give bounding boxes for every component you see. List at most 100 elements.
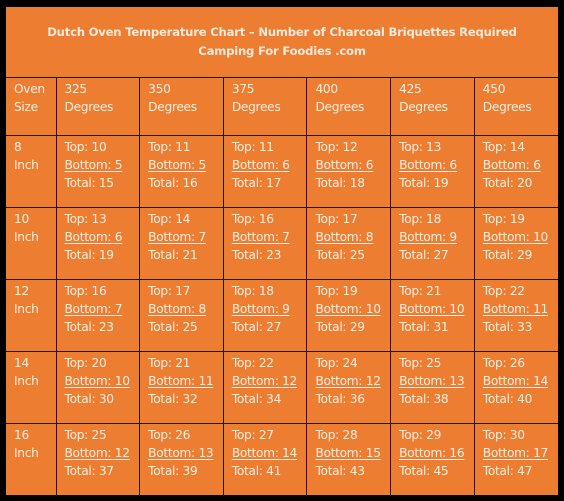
- oven-size-value: 16: [14, 428, 29, 442]
- header-temp-375: 375 Degrees: [222, 77, 308, 136]
- top-count: Top: 25: [64, 428, 107, 442]
- total-count: Total: 29: [482, 248, 533, 262]
- briquette-cell: Top: 26 Bottom: 14 Total: 40: [473, 351, 558, 424]
- oven-size-value: 14: [14, 356, 29, 370]
- bottom-count: Bottom: 13: [399, 374, 465, 388]
- top-count: Top: 30: [482, 428, 525, 442]
- total-count: Total: 15: [64, 176, 115, 190]
- total-count: Total: 20: [482, 176, 533, 190]
- bottom-count: Bottom: 15: [315, 446, 381, 460]
- briquette-cell: Top: 11 Bottom: 6 Total: 17: [222, 135, 308, 208]
- bottom-count: Bottom: 8: [315, 230, 374, 244]
- top-count: Top: 14: [482, 140, 525, 154]
- top-count: Top: 17: [148, 284, 191, 298]
- oven-size-cell: 12 Inch: [6, 279, 57, 352]
- top-count: Top: 18: [399, 212, 442, 226]
- total-count: Total: 23: [64, 320, 115, 334]
- bottom-count: Bottom: 6: [231, 158, 290, 172]
- top-count: Top: 10: [64, 140, 107, 154]
- title-line-1: Dutch Oven Temperature Chart – Number of…: [47, 25, 517, 39]
- total-count: Total: 33: [482, 320, 533, 334]
- total-count: Total: 27: [231, 320, 282, 334]
- briquette-cell: Top: 28 Bottom: 15 Total: 43: [306, 423, 392, 496]
- top-count: Top: 19: [315, 284, 358, 298]
- total-count: Total: 17: [231, 176, 282, 190]
- bottom-count: Bottom: 5: [64, 158, 123, 172]
- oven-size-value: 10: [14, 212, 29, 226]
- briquette-cell: Top: 21 Bottom: 10 Total: 31: [390, 279, 475, 352]
- temp-value: 425: [399, 82, 422, 96]
- total-count: Total: 34: [231, 392, 282, 406]
- total-count: Total: 45: [399, 464, 449, 478]
- briquette-cell: Top: 26 Bottom: 13 Total: 39: [139, 423, 224, 496]
- top-count: Top: 11: [231, 140, 274, 154]
- total-count: Total: 40: [482, 392, 533, 406]
- briquette-cell: Top: 19 Bottom: 10 Total: 29: [306, 279, 392, 352]
- bottom-count: Bottom: 14: [482, 374, 549, 388]
- briquette-cell: Top: 14 Bottom: 7 Total: 21: [139, 207, 224, 280]
- table-row: 8 Inch Top: 10 Bottom: 5 Total: 15 Top: 11 Bot…: [6, 135, 558, 208]
- bottom-count: Bottom: 14: [231, 446, 298, 460]
- top-count: Top: 29: [399, 428, 442, 442]
- top-count: Top: 22: [231, 356, 274, 370]
- header-temp-425: 425 Degrees: [390, 77, 475, 136]
- temp-value: 325: [64, 82, 88, 96]
- bottom-count: Bottom: 7: [64, 302, 123, 316]
- top-count: Top: 16: [231, 212, 274, 226]
- top-count: Top: 11: [148, 140, 191, 154]
- total-count: Total: 31: [399, 320, 449, 334]
- bottom-count: Bottom: 17: [482, 446, 549, 460]
- header-label-line: Oven: [14, 82, 45, 96]
- total-count: Total: 21: [148, 248, 198, 262]
- header-oven-size: Oven Size: [6, 77, 57, 136]
- bottom-count: Bottom: 12: [315, 374, 381, 388]
- oven-size-unit: Inch: [14, 446, 39, 460]
- total-count: Total: 43: [315, 464, 365, 478]
- header-row: Oven Size 325 Degrees 350 Degrees 375 De…: [6, 77, 558, 136]
- top-count: Top: 12: [315, 140, 358, 154]
- temp-value: 375: [231, 82, 255, 96]
- briquette-cell: Top: 22 Bottom: 12 Total: 34: [222, 351, 308, 424]
- bottom-count: Bottom: 12: [231, 374, 298, 388]
- top-count: Top: 13: [64, 212, 107, 226]
- total-count: Total: 29: [315, 320, 365, 334]
- total-count: Total: 37: [64, 464, 115, 478]
- top-count: Top: 24: [315, 356, 358, 370]
- oven-size-cell: 16 Inch: [6, 423, 57, 496]
- briquette-cell: Top: 22 Bottom: 11 Total: 33: [473, 279, 558, 352]
- top-count: Top: 25: [399, 356, 442, 370]
- bottom-count: Bottom: 10: [315, 302, 381, 316]
- briquette-cell: Top: 21 Bottom: 11 Total: 32: [139, 351, 224, 424]
- top-count: Top: 17: [315, 212, 358, 226]
- bottom-count: Bottom: 11: [482, 302, 549, 316]
- header-temp-350: 350 Degrees: [139, 77, 224, 136]
- header-temp-450: 450 Degrees: [473, 77, 558, 136]
- table-row: 16 Inch Top: 25 Bottom: 12 Total: 37 Top: 26 B…: [6, 423, 558, 496]
- top-count: Top: 13: [399, 140, 442, 154]
- total-count: Total: 18: [315, 176, 365, 190]
- top-count: Top: 20: [64, 356, 107, 370]
- bottom-count: Bottom: 9: [231, 302, 290, 316]
- oven-size-unit: Inch: [14, 230, 39, 244]
- total-count: Total: 38: [399, 392, 449, 406]
- oven-size-value: 8: [14, 140, 22, 154]
- bottom-count: Bottom: 6: [64, 230, 123, 244]
- top-count: Top: 19: [482, 212, 525, 226]
- top-count: Top: 28: [315, 428, 358, 442]
- bottom-count: Bottom: 6: [482, 158, 541, 172]
- header-label-line: Size: [14, 100, 38, 114]
- temp-unit: Degrees: [64, 100, 114, 114]
- bottom-count: Bottom: 6: [315, 158, 374, 172]
- bottom-count: Bottom: 10: [64, 374, 131, 388]
- briquette-cell: Top: 30 Bottom: 17 Total: 47: [473, 423, 558, 496]
- table-row: 12 Inch Top: 16 Bottom: 7 Total: 23 Top: 17 Bo…: [6, 279, 558, 352]
- oven-size-unit: Inch: [14, 158, 39, 172]
- temp-value: 350: [148, 82, 171, 96]
- bottom-count: Bottom: 13: [148, 446, 214, 460]
- total-count: Total: 30: [64, 392, 115, 406]
- temp-unit: Degrees: [231, 100, 281, 114]
- briquette-cell: Top: 29 Bottom: 16 Total: 45: [390, 423, 475, 496]
- title-line-2: Camping For Foodies .com: [198, 44, 366, 58]
- briquette-cell: Top: 13 Bottom: 6 Total: 19: [55, 207, 141, 280]
- table-row: 14 Inch Top: 20 Bottom: 10 Total: 30 Top: 21 B…: [6, 351, 558, 424]
